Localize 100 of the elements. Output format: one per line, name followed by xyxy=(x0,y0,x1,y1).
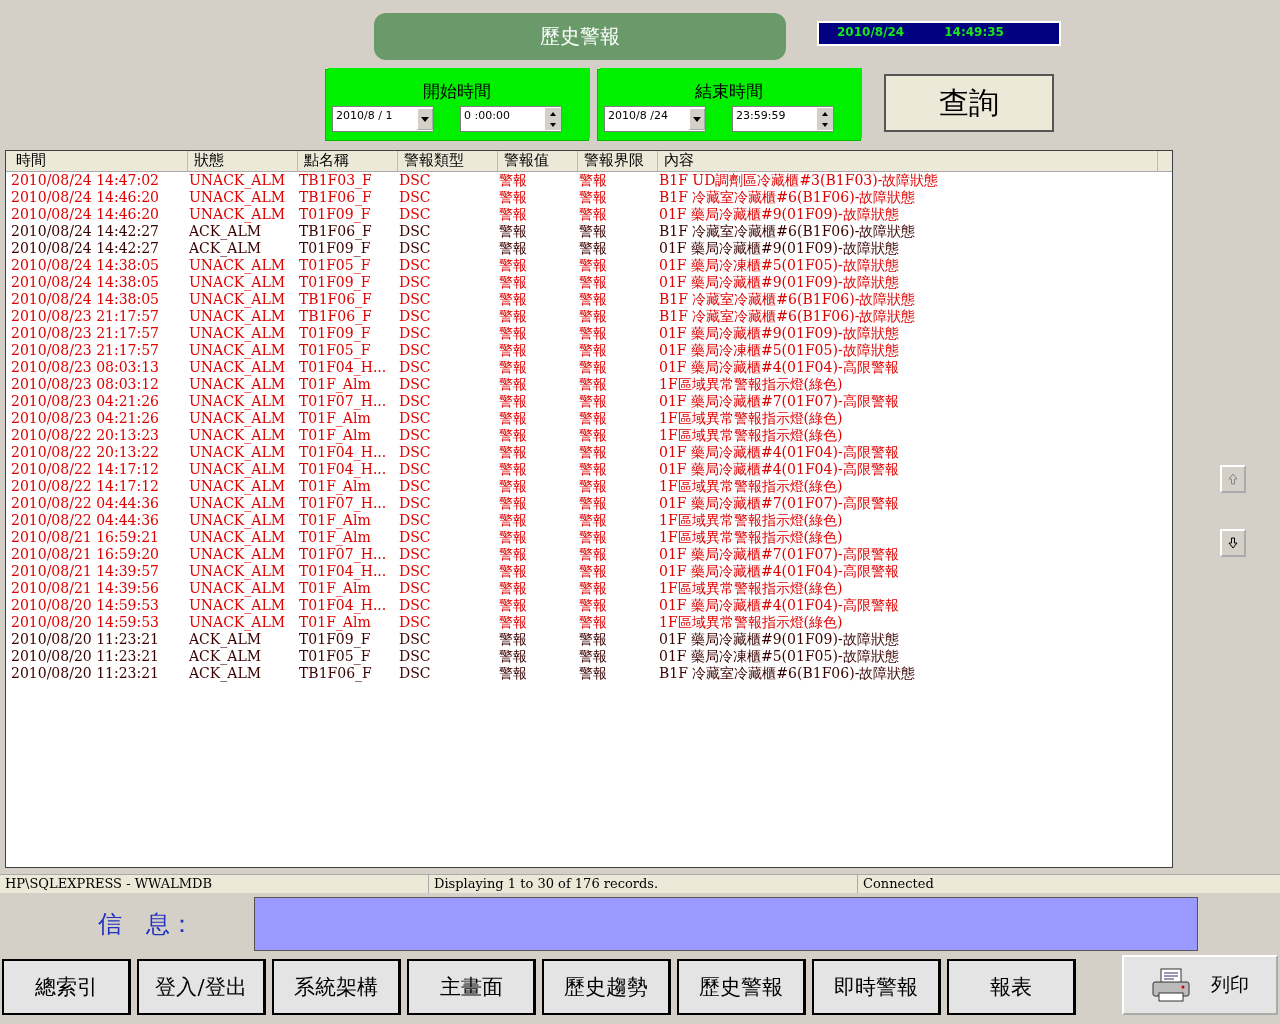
table-cell-text: DSC xyxy=(399,665,432,682)
table-cell-text: UNACK_ALM xyxy=(189,512,287,529)
table-cell-text: 2010/08/22 04:44:36 xyxy=(11,495,161,512)
table-cell-text: DSC xyxy=(399,274,432,291)
column-header[interactable]: 內容 xyxy=(658,151,1158,171)
table-cell-text: 2010/08/24 14:42:27 xyxy=(11,240,161,257)
table-cell-text: DSC xyxy=(399,580,432,597)
table-cell-text: 2010/08/22 14:17:12 xyxy=(11,461,161,478)
table-cell-text: T01F09_F xyxy=(299,274,372,291)
table-cell-text: T01F04_H... xyxy=(299,563,388,580)
table-cell-text: TB1F06_F xyxy=(299,308,373,325)
table-cell-text: 警報 xyxy=(499,597,528,614)
table-cell-text: 2010/08/20 11:23:21 xyxy=(11,665,161,682)
spin-down-icon xyxy=(822,122,828,127)
table-cell-text: UNACK_ALM xyxy=(189,325,287,342)
table-cell-text: B1F 冷藏室冷藏櫃#6(B1F06)-故障狀態 xyxy=(659,223,917,240)
table-cell-text: DSC xyxy=(399,614,432,631)
table-cell-text: 警報 xyxy=(499,172,528,189)
date-picker[interactable]: 2010/8 / 1 xyxy=(332,106,434,132)
table-cell-text: 警報 xyxy=(499,274,528,291)
table-cell-text: 2010/08/22 04:44:36 xyxy=(11,512,161,529)
table-cell-text: 警報 xyxy=(499,410,528,427)
table-cell-text: T01F09_F xyxy=(299,206,372,223)
scroll-up-button[interactable] xyxy=(1219,465,1246,493)
table-cell-text: 2010/08/23 04:21:26 xyxy=(11,393,161,410)
dropdown-icon xyxy=(693,116,701,122)
table-cell-text: 1F區域異常警報指示燈(綠色) xyxy=(659,580,844,597)
column-header[interactable]: 警報類型 xyxy=(398,151,498,171)
table-cell-text: ACK_ALM xyxy=(189,665,263,682)
status-text: Connected xyxy=(857,875,1280,893)
nav-button[interactable]: 系統架構 xyxy=(272,959,401,1015)
table-cell-text: 警報 xyxy=(499,631,528,648)
table-cell-text: 警報 xyxy=(579,563,608,580)
table-cell-text: 01F 藥局冷藏櫃#9(01F09)-故障狀態 xyxy=(659,240,900,257)
date-picker[interactable]: 2010/8 /24 xyxy=(604,106,706,132)
table-cell-text: 2010/08/23 04:21:26 xyxy=(11,410,161,427)
table-cell-text: 1F區域異常警報指示燈(綠色) xyxy=(659,410,844,427)
table-cell-text: UNACK_ALM xyxy=(189,563,287,580)
spin-up-icon xyxy=(822,111,828,116)
nav-button[interactable]: 總索引 xyxy=(2,959,131,1015)
table-cell-text: T01F04_H... xyxy=(299,444,388,461)
table-cell-text: 警報 xyxy=(579,597,608,614)
table-cell-text: 2010/08/20 11:23:21 xyxy=(11,631,161,648)
nav-button[interactable]: 報表 xyxy=(947,959,1076,1015)
dropdown-icon xyxy=(421,116,429,122)
printer-icon xyxy=(1151,967,1191,1003)
down-arrow-icon xyxy=(1227,537,1238,549)
scroll-down-button[interactable] xyxy=(1219,529,1246,557)
nav-button[interactable]: 登入/登出 xyxy=(137,959,266,1015)
table-cell-text: 警報 xyxy=(499,614,528,631)
time-spinner[interactable]: 23:59:59 xyxy=(732,106,834,132)
table-cell-text: ACK_ALM xyxy=(189,631,263,648)
table-cell-text: TB1F06_F xyxy=(299,223,373,240)
column-header[interactable]: 點名稱 xyxy=(298,151,398,171)
table-cell-text: DSC xyxy=(399,308,432,325)
table-cell-text: 警報 xyxy=(579,206,608,223)
spin-down-icon xyxy=(550,122,556,127)
table-cell-text: 警報 xyxy=(579,580,608,597)
table-cell-text: 01F 藥局冷藏櫃#4(01F04)-高限警報 xyxy=(659,444,900,461)
nav-button[interactable]: 即時警報 xyxy=(812,959,941,1015)
table-cell-text: 警報 xyxy=(579,376,608,393)
print-button[interactable]: 列印 xyxy=(1122,955,1278,1015)
table-cell-text: B1F 冷藏室冷藏櫃#6(B1F06)-故障狀態 xyxy=(659,291,917,308)
column-header[interactable]: 警報值 xyxy=(498,151,578,171)
table-cell-text: UNACK_ALM xyxy=(189,410,287,427)
nav-button[interactable]: 主畫面 xyxy=(407,959,536,1015)
column-header[interactable]: 警報界限 xyxy=(578,151,658,171)
table-cell-text: T01F_Alm xyxy=(299,529,372,546)
column-header[interactable]: 時間 xyxy=(10,151,188,171)
table-cell-text: DSC xyxy=(399,240,432,257)
table-cell-text: T01F07_H... xyxy=(299,546,388,563)
message-field[interactable] xyxy=(254,897,1198,951)
table-cell-text: UNACK_ALM xyxy=(189,376,287,393)
range-label: 開始時間 xyxy=(422,80,492,103)
table-cell-text: 警報 xyxy=(499,359,528,376)
table-cell-text: 警報 xyxy=(499,580,528,597)
table-cell-text: 警報 xyxy=(499,478,528,495)
nav-button[interactable]: 歷史警報 xyxy=(677,959,806,1015)
table-cell-text: 1F區域異常警報指示燈(綠色) xyxy=(659,478,844,495)
table-cell-text: DSC xyxy=(399,376,432,393)
query-button[interactable]: 查詢 xyxy=(884,74,1054,132)
table-cell-text: T01F07_H... xyxy=(299,495,388,512)
up-arrow-icon xyxy=(1227,473,1238,485)
nav-button[interactable]: 歷史趨勢 xyxy=(542,959,671,1015)
table-cell-text: T01F04_H... xyxy=(299,359,388,376)
table-cell-text: 2010/08/24 14:38:05 xyxy=(11,257,161,274)
table-cell-text: T01F09_F xyxy=(299,240,372,257)
table-cell-text: 警報 xyxy=(499,427,528,444)
table-cell-text: DSC xyxy=(399,444,432,461)
status-text: HP\SQLEXPRESS - WWALMDB xyxy=(4,875,214,893)
table-cell-text: DSC xyxy=(399,529,432,546)
table-cell-text: UNACK_ALM xyxy=(189,495,287,512)
time-spinner[interactable]: 0 :00:00 xyxy=(460,106,562,132)
table-cell-text: 2010/08/21 16:59:21 xyxy=(11,529,161,546)
table-cell-text: 1F區域異常警報指示燈(綠色) xyxy=(659,529,844,546)
table-cell-text: 2010/08/23 08:03:13 xyxy=(11,359,161,376)
spin-up-icon xyxy=(550,111,556,116)
column-header[interactable]: 狀態 xyxy=(188,151,298,171)
table-cell-text: 警報 xyxy=(579,308,608,325)
table-cell-text: 警報 xyxy=(579,189,608,206)
